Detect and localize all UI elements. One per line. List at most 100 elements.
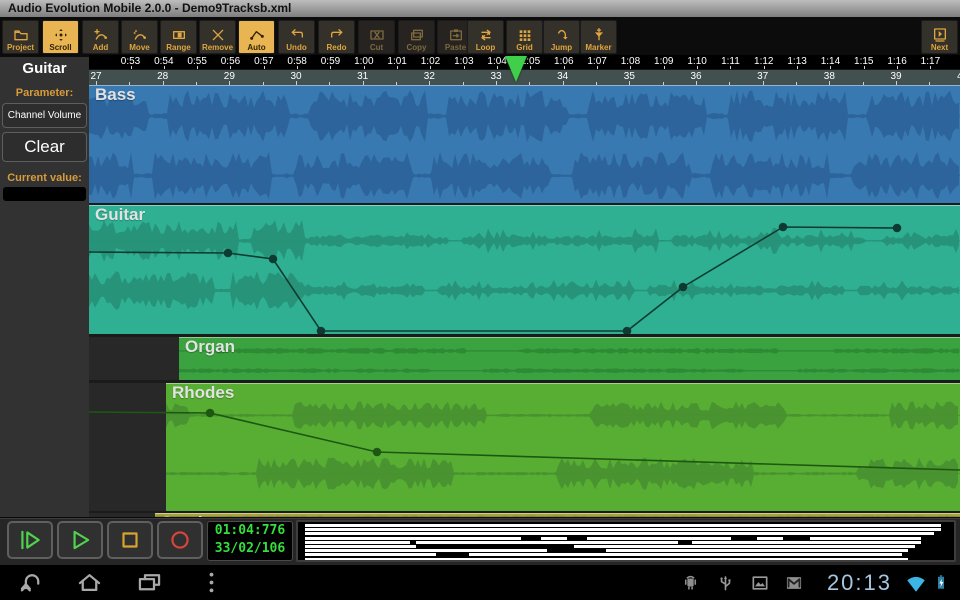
toolbar-button-label: Paste bbox=[445, 43, 466, 52]
add-node-icon bbox=[92, 27, 110, 43]
current-value-field bbox=[3, 187, 86, 201]
toolbar-button-label: Copy bbox=[407, 43, 427, 52]
usb-icon bbox=[716, 573, 735, 593]
screenshot-icon bbox=[750, 573, 770, 593]
automation-point[interactable] bbox=[779, 223, 788, 232]
toolbar-button-label: Loop bbox=[476, 43, 496, 52]
audio-clip[interactable] bbox=[179, 337, 960, 380]
automation-point[interactable] bbox=[679, 283, 688, 292]
time-display: 01:04:776 33/02/106 bbox=[207, 521, 293, 561]
audio-clip[interactable] bbox=[89, 85, 960, 203]
time-display-bars: 33/02/106 bbox=[208, 540, 292, 558]
grid-button[interactable]: Grid bbox=[506, 20, 543, 54]
overview-clip-bar bbox=[305, 528, 941, 531]
overview-clip-bar bbox=[692, 541, 922, 544]
automation-curve[interactable] bbox=[89, 383, 960, 511]
clear-button[interactable]: Clear bbox=[2, 132, 87, 162]
add-button[interactable]: Add bbox=[82, 20, 119, 54]
menu-icon[interactable] bbox=[198, 569, 225, 596]
toolbar-button-label: Jump bbox=[551, 43, 572, 52]
app-window: Audio Evolution Mobile 2.0.0 - Demo9Trac… bbox=[0, 0, 960, 600]
home-icon[interactable] bbox=[76, 569, 103, 596]
current-value-label: Current value: bbox=[0, 172, 89, 184]
android-nav-bar: 20:13 bbox=[0, 565, 960, 600]
folder-icon bbox=[12, 27, 30, 43]
wifi-icon bbox=[905, 573, 927, 593]
undo-button[interactable]: Undo bbox=[278, 20, 315, 54]
playhead-marker[interactable] bbox=[505, 56, 527, 82]
project-button[interactable]: Project bbox=[2, 20, 39, 54]
next-icon bbox=[931, 27, 949, 43]
automation-point[interactable] bbox=[224, 249, 233, 258]
record-button[interactable] bbox=[157, 521, 203, 559]
play-icon bbox=[67, 527, 93, 553]
toolbar-button-label: Move bbox=[129, 43, 149, 52]
parameter-label: Parameter: bbox=[0, 87, 89, 99]
toolbar-button-label: Project bbox=[7, 43, 34, 52]
overview-clip-bar bbox=[305, 541, 410, 544]
title-bar: Audio Evolution Mobile 2.0.0 - Demo9Trac… bbox=[0, 0, 960, 17]
jump-icon bbox=[553, 27, 571, 43]
overview-clip-bar bbox=[810, 537, 922, 540]
tracks-area[interactable]: BassGuitarOrganRhodesSynth bbox=[89, 85, 960, 517]
overview-clip-bar bbox=[757, 537, 783, 540]
range-button[interactable]: Range bbox=[160, 20, 197, 54]
track-empty-area[interactable] bbox=[89, 337, 180, 380]
scroll-button[interactable]: Scroll bbox=[42, 20, 79, 54]
redo-button[interactable]: Redo bbox=[318, 20, 355, 54]
jump-button[interactable]: Jump bbox=[543, 20, 580, 54]
stop-icon bbox=[117, 527, 143, 553]
toolbar-button-label: Cut bbox=[370, 43, 383, 52]
play-from-start-button[interactable] bbox=[7, 521, 53, 559]
auto-button[interactable]: Auto bbox=[238, 20, 275, 54]
transport-bar: 01:04:776 33/02/106 bbox=[0, 517, 960, 566]
toolbar-button-label: Range bbox=[166, 43, 190, 52]
undo-icon bbox=[288, 27, 306, 43]
stop-button[interactable] bbox=[107, 521, 153, 559]
waveform bbox=[89, 86, 960, 204]
timeline-ruler[interactable]: 0:530:540:550:560:570:580:591:001:011:02… bbox=[89, 55, 960, 85]
marker-button[interactable]: Marker bbox=[580, 20, 617, 54]
overview-clip-bar bbox=[305, 558, 909, 561]
automation-curve[interactable] bbox=[89, 205, 960, 334]
marker-icon bbox=[590, 27, 608, 43]
recents-icon[interactable] bbox=[136, 569, 163, 596]
track-rhodes[interactable]: Rhodes bbox=[89, 383, 960, 511]
selected-track-name: Guitar bbox=[0, 60, 89, 77]
play-button[interactable] bbox=[57, 521, 103, 559]
automation-point[interactable] bbox=[269, 255, 278, 264]
toolbar-button-label: Add bbox=[93, 43, 109, 52]
toolbar-button-label: Grid bbox=[516, 43, 532, 52]
remove-button[interactable]: Remove bbox=[199, 20, 236, 54]
automation-point[interactable] bbox=[206, 409, 215, 418]
paste-icon bbox=[447, 27, 465, 43]
project-overview[interactable] bbox=[296, 520, 956, 562]
automation-icon bbox=[248, 27, 266, 43]
toolbar: Project Scroll Add Move Range RemoveAutoUndo R… bbox=[0, 17, 960, 57]
status-clock: 20:13 bbox=[827, 570, 892, 596]
cut-button: Cut bbox=[358, 20, 395, 54]
redo-icon bbox=[328, 27, 346, 43]
overview-clip-bar bbox=[606, 549, 908, 552]
track-bass[interactable]: Bass bbox=[89, 85, 960, 203]
move-button[interactable]: Move bbox=[121, 20, 158, 54]
automation-point[interactable] bbox=[373, 448, 382, 457]
grid-icon bbox=[516, 27, 534, 43]
track-organ[interactable]: Organ bbox=[89, 337, 960, 380]
overview-clip-bar bbox=[541, 537, 567, 540]
next-button[interactable]: Next bbox=[921, 20, 958, 54]
automation-point[interactable] bbox=[893, 224, 902, 233]
toolbar-button-label: Redo bbox=[327, 43, 347, 52]
loop-icon bbox=[477, 27, 495, 43]
overview-clip-bar bbox=[305, 537, 521, 540]
loop-button[interactable]: Loop bbox=[467, 20, 504, 54]
cut-icon bbox=[368, 27, 386, 43]
back-icon[interactable] bbox=[18, 569, 45, 596]
waveform bbox=[179, 338, 960, 381]
overview-clip-bar bbox=[305, 549, 548, 552]
battery-icon bbox=[932, 573, 950, 593]
pan-icon bbox=[52, 27, 70, 43]
track-guitar[interactable]: Guitar bbox=[89, 205, 960, 334]
parameter-select-button[interactable]: Channel Volume bbox=[2, 103, 87, 128]
range-icon bbox=[170, 27, 188, 43]
